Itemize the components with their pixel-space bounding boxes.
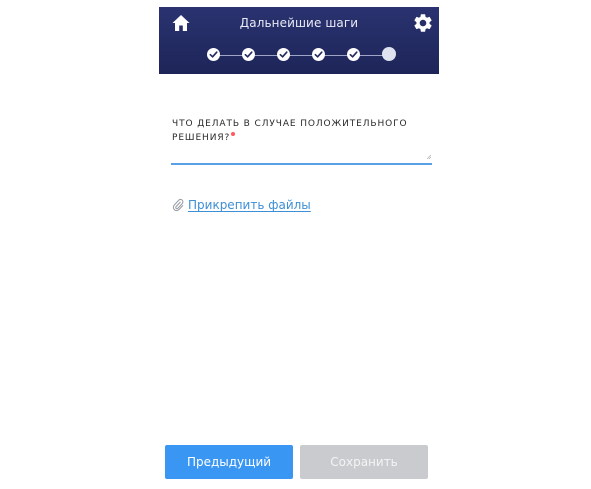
step-6-current bbox=[382, 47, 396, 61]
step-5-completed bbox=[347, 48, 360, 61]
previous-button[interactable]: Предыдущий bbox=[165, 445, 293, 479]
step-connector bbox=[289, 55, 313, 56]
check-icon bbox=[314, 51, 323, 58]
step-3-completed bbox=[277, 48, 290, 61]
step-connector bbox=[324, 55, 348, 56]
check-icon bbox=[349, 51, 358, 58]
resize-handle-icon[interactable] bbox=[427, 155, 431, 159]
progress-stepper bbox=[207, 47, 397, 62]
step-4-completed bbox=[312, 48, 325, 61]
step-2-completed bbox=[242, 48, 255, 61]
answer-input[interactable] bbox=[171, 145, 432, 165]
required-indicator bbox=[231, 132, 236, 136]
check-icon bbox=[244, 51, 253, 58]
gear-icon bbox=[414, 14, 432, 32]
question-text: ЧТО ДЕЛАТЬ В СЛУЧАЕ ПОЛОЖИТЕЛЬНОГО РЕШЕН… bbox=[172, 119, 408, 143]
header-title: Дальнейшие шаги bbox=[239, 16, 359, 30]
paperclip-icon bbox=[172, 198, 184, 212]
step-connector bbox=[219, 55, 243, 56]
save-button[interactable]: Сохранить bbox=[300, 445, 428, 479]
check-icon bbox=[279, 51, 288, 58]
page: Дальнейшие шаги ЧТО ДЕЛАТЬ В СЛУЧАЕ ПОЛО… bbox=[0, 0, 591, 489]
settings-button[interactable] bbox=[412, 12, 434, 34]
attach-files-label: Прикрепить файлы bbox=[188, 198, 311, 212]
header-bar: Дальнейшие шаги bbox=[159, 7, 439, 74]
step-1-completed bbox=[207, 48, 220, 61]
step-connector bbox=[254, 55, 278, 56]
check-icon bbox=[209, 51, 218, 58]
question-label: ЧТО ДЕЛАТЬ В СЛУЧАЕ ПОЛОЖИТЕЛЬНОГО РЕШЕН… bbox=[172, 117, 434, 145]
attach-files-link[interactable]: Прикрепить файлы bbox=[172, 197, 311, 213]
step-connector bbox=[359, 55, 383, 56]
